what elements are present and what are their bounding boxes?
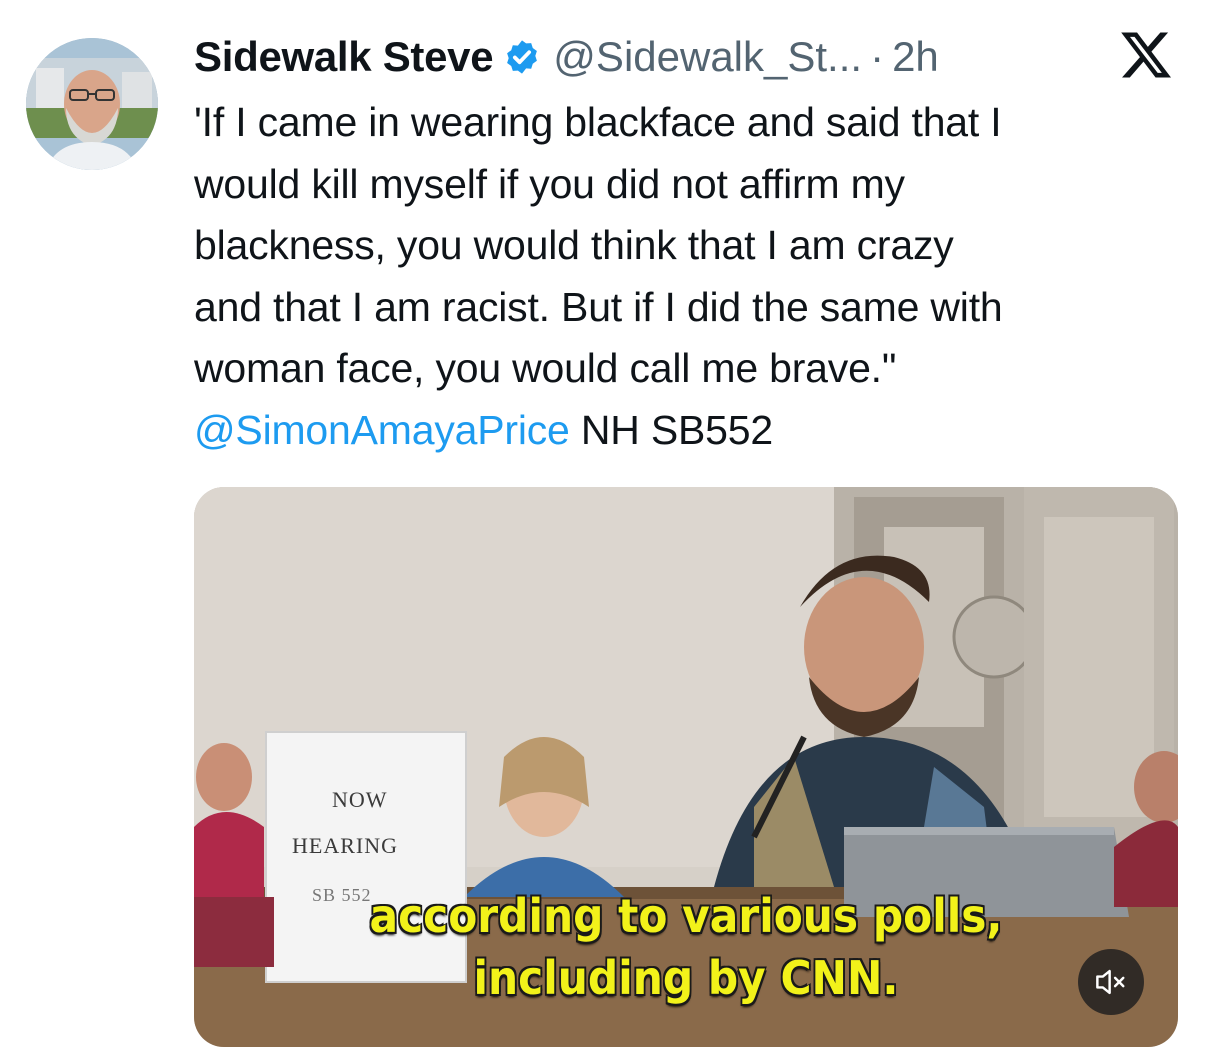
- video-player[interactable]: NOW HEARING SB 552 according to various …: [194, 487, 1178, 1047]
- avatar-photo: [26, 38, 158, 170]
- video-caption-line: according to various polls,: [369, 889, 1003, 943]
- tweet-header: Sidewalk Steve @Sidewalk_St... · 2h: [194, 26, 939, 88]
- bill-tag-text: NH SB552: [569, 406, 773, 453]
- tweet-line: woman face, you would call me brave.": [194, 345, 897, 391]
- video-caption-line: including by CNN.: [473, 951, 899, 1005]
- tweet-line: and that I am racist. But if I did the s…: [194, 283, 1003, 330]
- x-logo-icon[interactable]: [1120, 30, 1172, 80]
- hearing-sign-line: NOW: [332, 787, 388, 812]
- hearing-sign-line: HEARING: [292, 833, 398, 858]
- tweet-line: 'If I came in wearing blackface and said…: [194, 99, 1002, 145]
- tweet-line: blackness, you would think that I am cra…: [194, 222, 954, 268]
- separator-dot: ·: [870, 33, 885, 80]
- timestamp[interactable]: 2h: [892, 33, 939, 81]
- tweet-line: would kill myself if you did not affirm …: [194, 160, 905, 207]
- verified-badge-icon: [507, 40, 538, 74]
- avatar[interactable]: [26, 38, 158, 170]
- tweet-text: 'If I came in wearing blackface and said…: [194, 92, 1184, 461]
- tweet-line-last: @SimonAmayaPrice NH SB552: [194, 400, 1184, 462]
- speaker-muted-icon: [1096, 969, 1125, 995]
- mute-toggle-button[interactable]: [1078, 949, 1144, 1015]
- user-handle[interactable]: @Sidewalk_St...: [553, 33, 862, 81]
- display-name[interactable]: Sidewalk Steve: [194, 33, 494, 81]
- tweet-card[interactable]: Sidewalk Steve @Sidewalk_St... · 2h 'If …: [0, 0, 1206, 1047]
- mention-link[interactable]: @SimonAmayaPrice: [194, 407, 570, 453]
